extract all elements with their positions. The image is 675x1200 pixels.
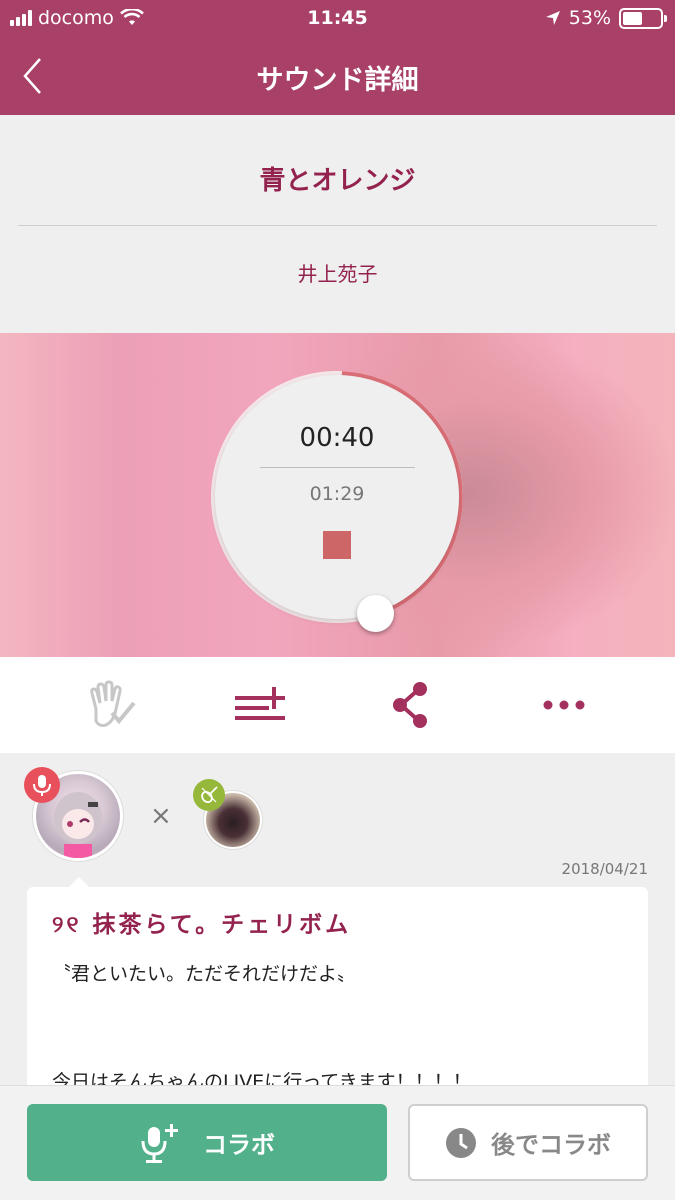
microphone-icon <box>33 775 51 796</box>
artist-name[interactable]: 井上苑子 <box>0 258 675 287</box>
more-button[interactable] <box>536 679 592 731</box>
elapsed-time: 00:40 <box>299 423 375 453</box>
battery-percent: 53% <box>568 7 611 29</box>
action-bar <box>0 657 675 753</box>
post-date: 2018/04/21 <box>561 860 648 878</box>
clap-icon <box>90 680 136 727</box>
song-info: 青とオレンジ 井上苑子 <box>0 115 675 333</box>
stop-button[interactable] <box>323 531 351 559</box>
collab-later-label: 後でコラボ <box>491 1131 611 1159</box>
mic-plus-icon <box>141 1123 178 1163</box>
user-name[interactable]: ୨୧ 抹茶らて。チェリボム <box>52 905 351 939</box>
timer-dial: 00:40 01:29 <box>215 375 459 619</box>
divider <box>18 225 657 226</box>
share-icon <box>393 682 427 728</box>
clap-button[interactable] <box>82 679 138 731</box>
comment-line: 〝君といたい。ただそれだけだよ〟 <box>52 963 357 985</box>
player-area: 00:40 01:29 <box>0 333 675 657</box>
nav-bar: サウンド詳細 <box>0 38 675 115</box>
page-title: サウンド詳細 <box>256 65 419 96</box>
times-separator: × <box>150 801 172 831</box>
clock-icon <box>446 1127 476 1158</box>
song-title: 青とオレンジ <box>259 166 416 196</box>
collab-later-button[interactable]: 後でコラボ <box>408 1104 648 1181</box>
battery-icon <box>619 7 667 29</box>
mic-badge <box>24 767 60 803</box>
add-to-playlist-button[interactable] <box>232 679 288 731</box>
violin-icon <box>201 786 218 804</box>
total-time: 01:29 <box>309 483 365 505</box>
collab-button-label: コラボ <box>203 1131 275 1159</box>
add-to-playlist-icon <box>235 687 285 720</box>
status-right: 53% <box>545 7 667 29</box>
collab-button[interactable]: コラボ <box>27 1104 387 1181</box>
dial-divider <box>260 467 415 468</box>
share-button[interactable] <box>384 679 440 731</box>
more-icon <box>543 700 585 710</box>
bottom-bar: コラボ 後でコラボ <box>0 1085 675 1200</box>
violin-badge <box>193 779 225 811</box>
location-arrow-icon <box>545 11 560 25</box>
status-bar: docomo 11:45 53% <box>0 0 675 38</box>
